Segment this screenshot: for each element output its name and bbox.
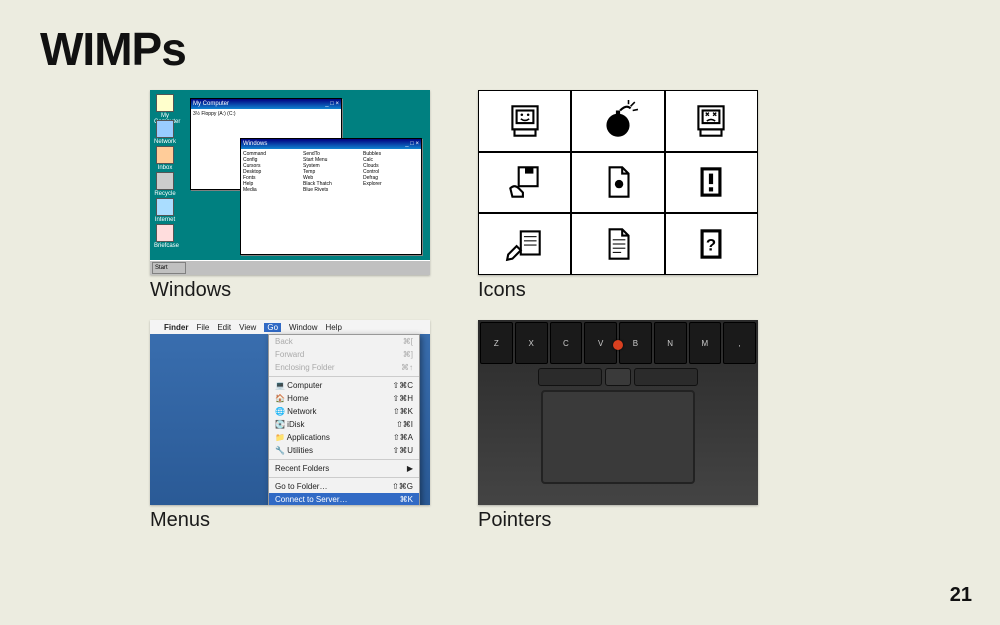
key: X bbox=[515, 322, 548, 364]
desktop-icon: Internet bbox=[154, 198, 176, 223]
trackpoint-nub bbox=[613, 340, 623, 350]
caption-menus: Menus bbox=[150, 509, 430, 532]
grid-cell-icons: ? Icons bbox=[478, 90, 758, 302]
menu-item: 💽 iDisk⇧⌘I bbox=[269, 418, 419, 431]
grid-cell-windows: My Computer Network Inbox Recycle Intern… bbox=[150, 90, 430, 302]
desktop-icon: Briefcase bbox=[154, 224, 176, 249]
menubar-item: View bbox=[239, 323, 256, 332]
trackpad-surface bbox=[541, 390, 695, 484]
caption-pointers: Pointers bbox=[478, 509, 758, 532]
mac-menubar: Finder File Edit View Go Window Help bbox=[150, 320, 430, 334]
key: C bbox=[550, 322, 583, 364]
wimp-grid: My Computer Network Inbox Recycle Intern… bbox=[150, 90, 850, 532]
disk-hand-icon bbox=[478, 152, 571, 214]
thumbnail-windows: My Computer Network Inbox Recycle Intern… bbox=[150, 90, 430, 275]
menubar-item-go: Go bbox=[264, 323, 281, 332]
text-doc-icon bbox=[571, 213, 664, 275]
go-menu-dropdown: Back⌘[ Forward⌘] Enclosing Folder⌘↑ 💻 Co… bbox=[268, 334, 420, 505]
thumbnail-menus: Finder File Edit View Go Window Help Bac… bbox=[150, 320, 430, 505]
left-button bbox=[538, 368, 602, 386]
grid-cell-menus: Finder File Edit View Go Window Help Bac… bbox=[150, 320, 430, 532]
slide: { "title": "WIMPs", "page_number": "21",… bbox=[0, 0, 1000, 625]
key: Z bbox=[480, 322, 513, 364]
menu-item: Go to Folder…⇧⌘G bbox=[269, 480, 419, 493]
desktop-icon: Inbox bbox=[154, 146, 176, 171]
menubar-item: Finder bbox=[164, 323, 188, 332]
menu-item: Enclosing Folder⌘↑ bbox=[269, 361, 419, 374]
menu-item: 🔧 Utilities⇧⌘U bbox=[269, 444, 419, 457]
explorer-window: Windows_ □ × CommandConfigCursorsDesktop… bbox=[240, 138, 422, 255]
trackpad-buttons bbox=[538, 368, 698, 386]
menu-item: 💻 Computer⇧⌘C bbox=[269, 379, 419, 392]
key: N bbox=[654, 322, 687, 364]
caption-icons: Icons bbox=[478, 279, 758, 302]
menu-item: 🌐 Network⇧⌘K bbox=[269, 405, 419, 418]
svg-text:?: ? bbox=[706, 235, 716, 254]
key: V bbox=[584, 322, 617, 364]
happy-mac-icon bbox=[478, 90, 571, 152]
question-doc-icon: ? bbox=[665, 213, 758, 275]
page-number: 21 bbox=[950, 584, 972, 607]
menu-item: Recent Folders▶ bbox=[269, 462, 419, 475]
menu-item: Back⌘[ bbox=[269, 335, 419, 348]
desktop-icon: Recycle bbox=[154, 172, 176, 197]
write-hand-icon bbox=[478, 213, 571, 275]
taskbar: Start bbox=[150, 260, 430, 275]
right-button bbox=[634, 368, 698, 386]
menu-item: 📁 Applications⇧⌘A bbox=[269, 431, 419, 444]
menu-item: 🏠 Home⇧⌘H bbox=[269, 392, 419, 405]
menu-item: Forward⌘] bbox=[269, 348, 419, 361]
thumbnail-icons: ? bbox=[478, 90, 758, 275]
key: B bbox=[619, 322, 652, 364]
middle-button bbox=[605, 368, 631, 386]
menu-item-selected: Connect to Server…⌘K bbox=[269, 493, 419, 505]
menubar-item: Help bbox=[325, 323, 341, 332]
bomb-icon bbox=[571, 90, 664, 152]
thumbnail-pointers: Z X C V B N M , bbox=[478, 320, 758, 505]
key: , bbox=[723, 322, 756, 364]
slide-title: WIMPs bbox=[40, 22, 186, 76]
start-button: Start bbox=[152, 262, 186, 274]
menubar-item: File bbox=[196, 323, 209, 332]
menubar-item: Edit bbox=[217, 323, 231, 332]
grid-cell-pointers: Z X C V B N M , Pointers bbox=[478, 320, 758, 532]
key: M bbox=[689, 322, 722, 364]
page-icon bbox=[571, 152, 664, 214]
exclaim-doc-icon bbox=[665, 152, 758, 214]
sad-mac-icon bbox=[665, 90, 758, 152]
menubar-item: Window bbox=[289, 323, 317, 332]
desktop-icon: Network bbox=[154, 120, 176, 145]
caption-windows: Windows bbox=[150, 279, 430, 302]
